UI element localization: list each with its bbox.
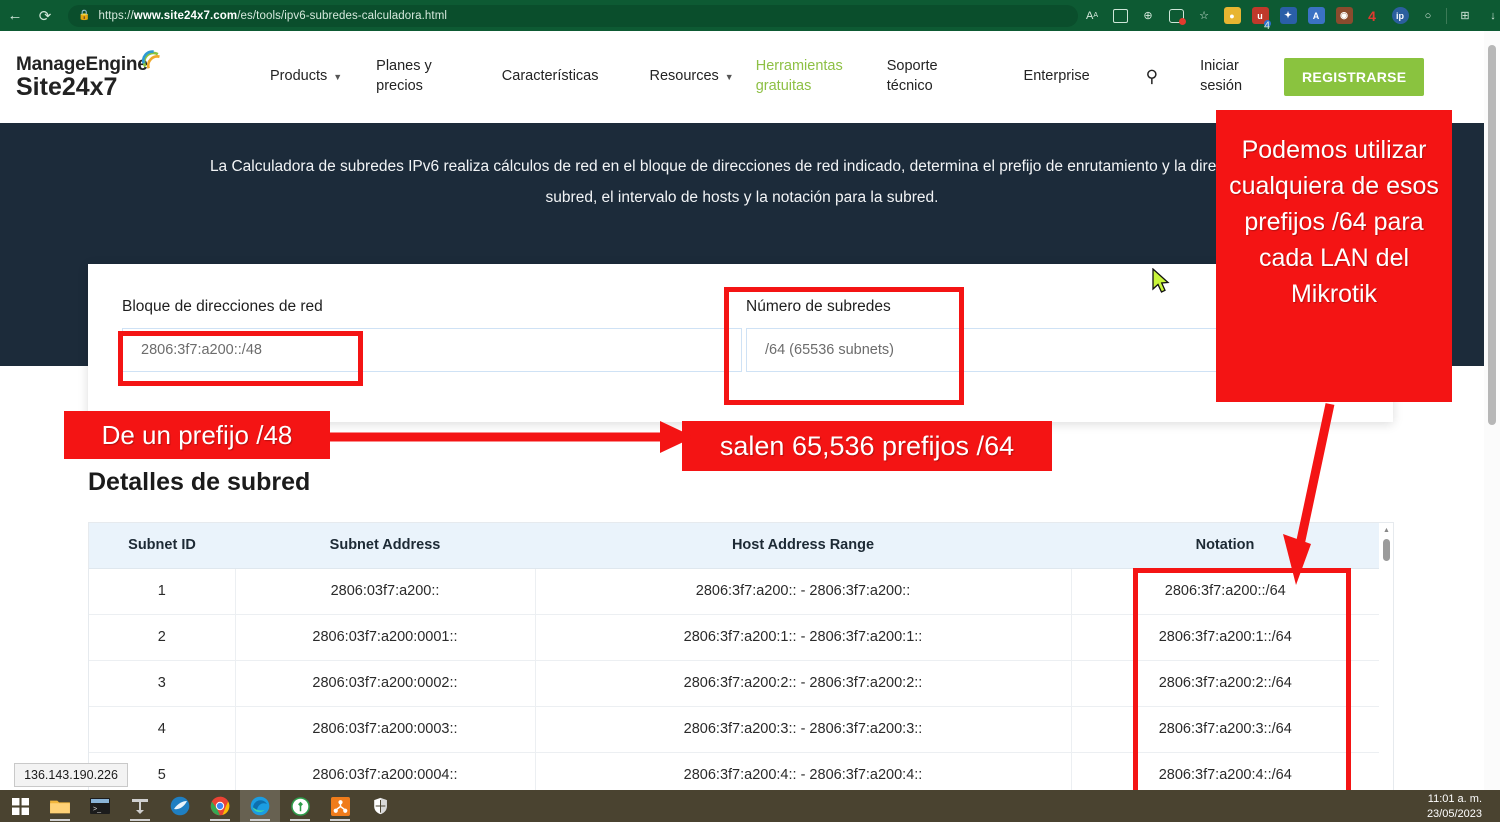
zoom-icon[interactable]: ⊕	[1134, 2, 1162, 30]
taskbar-clock[interactable]: 11:01 a. m. 23/05/2023	[1427, 790, 1482, 822]
clock-date: 23/05/2023	[1427, 807, 1482, 822]
annotation-prefix-48: De un prefijo /48	[64, 411, 330, 459]
brand-line-1: ManageEngine	[16, 54, 148, 76]
cell-subnet-id: 3	[89, 660, 235, 706]
annotation-mikrotik: Podemos utilizar cualquiera de esos pref…	[1216, 110, 1452, 402]
mikrotik-orange-icon[interactable]	[320, 790, 360, 822]
cell-host-range: 2806:3f7:a200:1:: - 2806:3f7:a200:1::	[535, 614, 1071, 660]
nav-item-soporte-tecnico[interactable]: Soporte técnico	[887, 57, 938, 96]
search-icon[interactable]: ⚲	[1146, 67, 1158, 87]
windows-taskbar: >_	[0, 790, 1500, 822]
extension-shield-icon[interactable]: ●	[1218, 2, 1246, 30]
manageengine-swoosh-icon	[142, 50, 162, 70]
browser-toolbar: ← ⟳ 🔒 https://www.site24x7.com/es/tools/…	[0, 0, 1500, 31]
immersive-reader-icon[interactable]	[1106, 2, 1134, 30]
svg-text:>_: >_	[93, 806, 101, 813]
column-header-subnet-id: Subnet ID	[89, 523, 235, 568]
lock-icon: 🔒	[78, 10, 90, 21]
page-scrollbar-thumb[interactable]	[1488, 45, 1496, 425]
cell-subnet-address: 2806:03f7:a200:0002::	[235, 660, 535, 706]
chrome-icon[interactable]	[200, 790, 240, 822]
extension-puzzle-icon[interactable]: ✦	[1274, 2, 1302, 30]
table-scrollbar[interactable]: ▲	[1379, 523, 1393, 797]
address-bar[interactable]: 🔒 https://www.site24x7.com/es/tools/ipv6…	[68, 5, 1078, 27]
toolbar-divider	[1446, 8, 1447, 24]
nav-item-products[interactable]: Products▼	[270, 67, 342, 87]
browser-action-icons: AA ⊕ ☆ ● u4 ✦ A ◉ 4 ip ○ ⊞ ↓ ● ⋯ b	[1078, 0, 1500, 31]
chevron-down-icon: ▼	[333, 71, 342, 83]
nav-item-caracteristicas[interactable]: Características	[502, 67, 599, 87]
extension-4-icon[interactable]: 4	[1358, 2, 1386, 30]
cell-subnet-id: 2	[89, 614, 235, 660]
start-windows-icon[interactable]	[0, 790, 40, 822]
extension-ghost-icon[interactable]: ○	[1414, 2, 1442, 30]
cell-host-range: 2806:3f7:a200:2:: - 2806:3f7:a200:2::	[535, 660, 1071, 706]
reload-icon[interactable]: ⟳	[30, 2, 60, 30]
nav-item-herramientas-gratuitas[interactable]: Herramientas gratuitas	[756, 57, 843, 96]
scroll-up-icon[interactable]: ▲	[1383, 527, 1390, 534]
annotation-result-64: salen 65,536 prefijos /64	[682, 421, 1052, 471]
read-aloud-icon[interactable]: AA	[1078, 2, 1106, 30]
file-explorer-icon[interactable]	[40, 790, 80, 822]
manageengine-logo[interactable]: ManageEngine Site24x7	[16, 54, 206, 100]
brand-line-2: Site24x7	[16, 74, 206, 100]
table-header-row: Subnet ID Subnet Address Host Address Ra…	[89, 523, 1379, 568]
extension-translate-icon[interactable]: A	[1302, 2, 1330, 30]
screen: ← ⟳ 🔒 https://www.site24x7.com/es/tools/…	[0, 0, 1500, 822]
winbox-icon[interactable]	[120, 790, 160, 822]
cell-host-range: 2806:3f7:a200:3:: - 2806:3f7:a200:3::	[535, 706, 1071, 752]
cell-subnet-id: 4	[89, 706, 235, 752]
mouse-cursor	[1152, 268, 1170, 294]
network-block-label: Bloque de direcciones de red	[122, 298, 742, 316]
column-header-host-range: Host Address Range	[535, 523, 1071, 568]
login-link[interactable]: Iniciar sesión	[1200, 57, 1242, 96]
page-scrollbar[interactable]	[1484, 31, 1500, 822]
cell-subnet-id: 1	[89, 568, 235, 614]
status-ip-tooltip: 136.143.190.226	[14, 763, 128, 787]
terminal-icon[interactable]: >_	[80, 790, 120, 822]
clock-time: 11:01 a. m.	[1427, 792, 1482, 807]
url-text: https://www.site24x7.com/es/tools/ipv6-s…	[98, 10, 447, 22]
cell-subnet-address: 2806:03f7:a200:0001::	[235, 614, 535, 660]
nav-item-planes-precios[interactable]: Planes y precios	[376, 57, 432, 96]
table-scrollbar-thumb[interactable]	[1383, 539, 1390, 561]
favorites-add-icon[interactable]: ☆	[1190, 2, 1218, 30]
extension-ip-icon[interactable]: ip	[1386, 2, 1414, 30]
chevron-down-icon: ▼	[725, 71, 734, 83]
browser-blue-icon[interactable]	[160, 790, 200, 822]
arrow-prefix-to-result	[330, 421, 694, 453]
collections-alert-icon[interactable]	[1162, 2, 1190, 30]
edge-icon[interactable]	[240, 790, 280, 822]
register-button[interactable]: REGISTRARSE	[1284, 58, 1424, 96]
cell-subnet-address: 2806:03f7:a200::	[235, 568, 535, 614]
column-header-subnet-address: Subnet Address	[235, 523, 535, 568]
nav-item-enterprise[interactable]: Enterprise	[1024, 67, 1090, 87]
downloads-icon[interactable]: ↓	[1479, 2, 1500, 30]
main-navigation: Products▼ Planes y precios Característic…	[206, 57, 1484, 96]
column-header-notation: Notation	[1071, 523, 1379, 568]
back-icon[interactable]: ←	[0, 2, 30, 30]
highlight-subnet-count	[724, 287, 964, 405]
extension-redeyes-icon[interactable]: ◉	[1330, 2, 1358, 30]
cell-host-range: 2806:3f7:a200:: - 2806:3f7:a200::	[535, 568, 1071, 614]
extension-ublock-icon[interactable]: u4	[1246, 2, 1274, 30]
utility-green-icon[interactable]	[280, 790, 320, 822]
highlight-notation-column	[1133, 568, 1351, 811]
page-title: Detalles de subred	[88, 468, 310, 497]
split-screen-icon[interactable]: ⊞	[1451, 2, 1479, 30]
highlight-network-block	[118, 331, 363, 386]
shield-icon[interactable]	[360, 790, 400, 822]
nav-item-resources[interactable]: Resources▼	[649, 67, 733, 87]
cell-subnet-address: 2806:03f7:a200:0003::	[235, 706, 535, 752]
